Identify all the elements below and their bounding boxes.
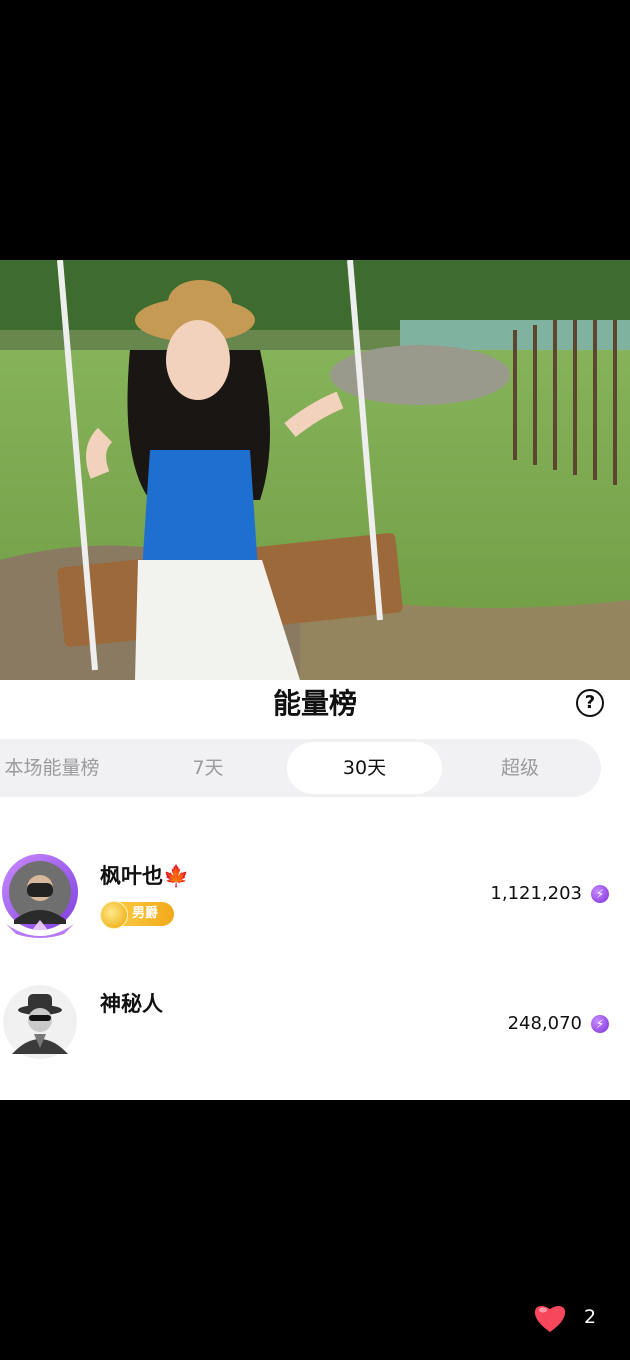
heart-icon[interactable]: [532, 1301, 568, 1333]
stream-video-frame[interactable]: [0, 260, 630, 680]
tab-current-session[interactable]: 本场能量榜: [0, 739, 104, 797]
live-room-screen: 能量榜 ? 本场能量榜 7天 30天 超级 枫叶也🍁 男爵 1,121,203 …: [0, 0, 630, 1360]
energy-bolt-icon: ⚡: [591, 1015, 609, 1033]
energy-score: 1,121,203: [490, 883, 582, 904]
badge-coin-icon: [100, 901, 128, 929]
user-name[interactable]: 神秘人: [100, 990, 163, 1018]
badge-label: 男爵: [132, 906, 159, 921]
avatar[interactable]: [0, 850, 84, 942]
energy-score: 248,070: [507, 1013, 582, 1034]
stream-photo-image: [0, 260, 630, 680]
panel-title: 能量榜: [272, 687, 357, 720]
like-count: 2: [584, 1306, 597, 1328]
tab-30-days[interactable]: 30天: [287, 742, 442, 794]
tab-super[interactable]: 超级: [445, 739, 595, 797]
mystery-avatar[interactable]: [2, 984, 78, 1060]
help-button[interactable]: ?: [576, 689, 604, 717]
tab-7-days[interactable]: 7天: [133, 739, 283, 797]
user-name[interactable]: 枫叶也🍁: [100, 862, 189, 890]
rank-badge: 男爵: [100, 901, 174, 929]
energy-bolt-icon: ⚡: [591, 885, 609, 903]
leaderboard-tabs: 本场能量榜 7天 30天 超级: [0, 739, 601, 797]
